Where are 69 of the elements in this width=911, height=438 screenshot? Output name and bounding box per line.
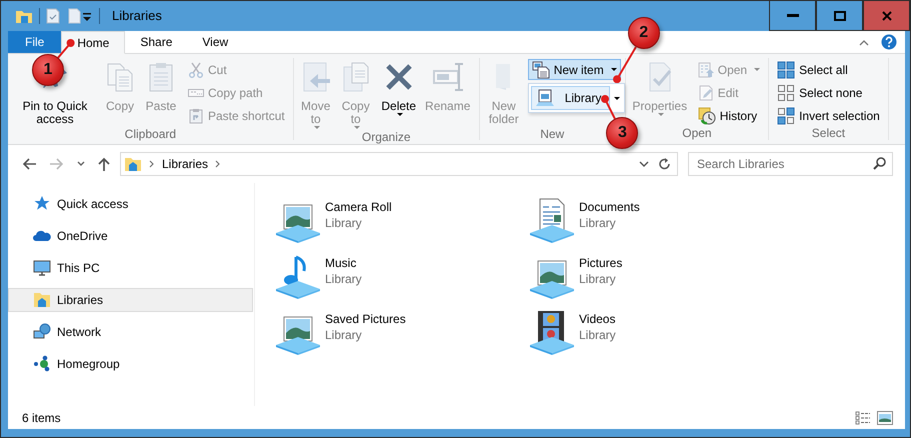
select-all-icon [777, 60, 796, 78]
library-item[interactable]: Camera Roll Library [274, 195, 528, 251]
nav-item[interactable]: This PC [8, 256, 253, 280]
group-label: Select [810, 126, 846, 140]
ribbon-button[interactable]: Select none [773, 82, 884, 103]
ribbon-button[interactable]: Delete [378, 58, 420, 117]
ribbon-tab[interactable]: Share [125, 31, 188, 53]
library-item[interactable]: Music Library [274, 251, 528, 307]
file-menu-button[interactable]: File [8, 31, 62, 53]
chevron-right-icon[interactable] [215, 160, 222, 168]
address-bar[interactable]: Libraries [120, 152, 678, 176]
ribbon-button[interactable]: History [694, 105, 764, 126]
folder-icon [15, 8, 33, 24]
group-label: Open [681, 126, 713, 140]
minimize-icon [786, 14, 798, 17]
ribbon-button[interactable]: Invert selection [773, 105, 884, 126]
search-field[interactable]: Search Libraries [688, 152, 893, 176]
breadcrumb-item[interactable]: Libraries [162, 155, 208, 173]
ribbon-tab[interactable]: Home [61, 31, 126, 54]
ribbon-button[interactable]: New item [528, 59, 621, 80]
library-folder-icon [33, 291, 51, 309]
chevron-right-icon[interactable] [149, 160, 155, 168]
nav-item[interactable]: Network [8, 320, 253, 344]
library-item[interactable]: Videos Library [528, 307, 782, 363]
close-button[interactable] [863, 1, 910, 31]
large-icons-view-icon[interactable] [877, 410, 893, 424]
search-icon [873, 157, 886, 170]
library-item[interactable]: Documents Library [528, 195, 782, 251]
library-icon [534, 89, 555, 107]
scissors-icon [188, 62, 204, 78]
chevron-down-icon[interactable] [639, 160, 649, 168]
homegroup-icon [33, 355, 51, 373]
window-title: Libraries [112, 7, 162, 26]
checkmark-document-icon[interactable] [46, 8, 60, 24]
open-icon [698, 62, 714, 78]
nav-item[interactable]: Quick access [8, 192, 253, 216]
ribbon-button[interactable]: Select all [773, 59, 884, 80]
monitor-icon [33, 259, 51, 277]
nav-item[interactable]: OneDrive [8, 224, 253, 248]
invert-selection-icon [777, 106, 796, 124]
history-icon [698, 106, 716, 124]
network-icon [33, 323, 51, 341]
nav-item[interactable]: Libraries [8, 288, 253, 312]
library-item[interactable]: Saved Pictures Library [274, 307, 528, 363]
edit-icon [698, 84, 714, 100]
maximize-button[interactable] [816, 1, 863, 31]
new-item-icon [532, 60, 550, 78]
group-label: Organize [360, 130, 412, 144]
menu-item[interactable]: Library [530, 86, 610, 110]
refresh-icon[interactable] [659, 158, 671, 170]
minimize-button[interactable] [769, 1, 816, 31]
collapse-ribbon-icon[interactable] [859, 38, 869, 46]
details-view-icon[interactable] [855, 410, 871, 424]
rename-icon [432, 61, 464, 93]
help-icon[interactable] [881, 34, 897, 50]
group-label: New [539, 127, 566, 141]
maximize-icon [834, 10, 846, 20]
group-label: Clipboard [124, 127, 178, 141]
shortcut-icon [188, 108, 204, 124]
library-item[interactable]: Pictures Library [528, 251, 782, 307]
select-none-icon [777, 84, 796, 102]
close-icon [882, 10, 892, 20]
callout-number: 2 [628, 17, 660, 49]
back-icon[interactable] [21, 157, 37, 171]
item-count: 6 items [22, 410, 61, 426]
nav-item[interactable]: Homegroup [8, 352, 253, 376]
up-icon[interactable] [97, 157, 111, 171]
ribbon-tab[interactable]: View [187, 31, 244, 53]
library-folder-icon [124, 156, 142, 172]
